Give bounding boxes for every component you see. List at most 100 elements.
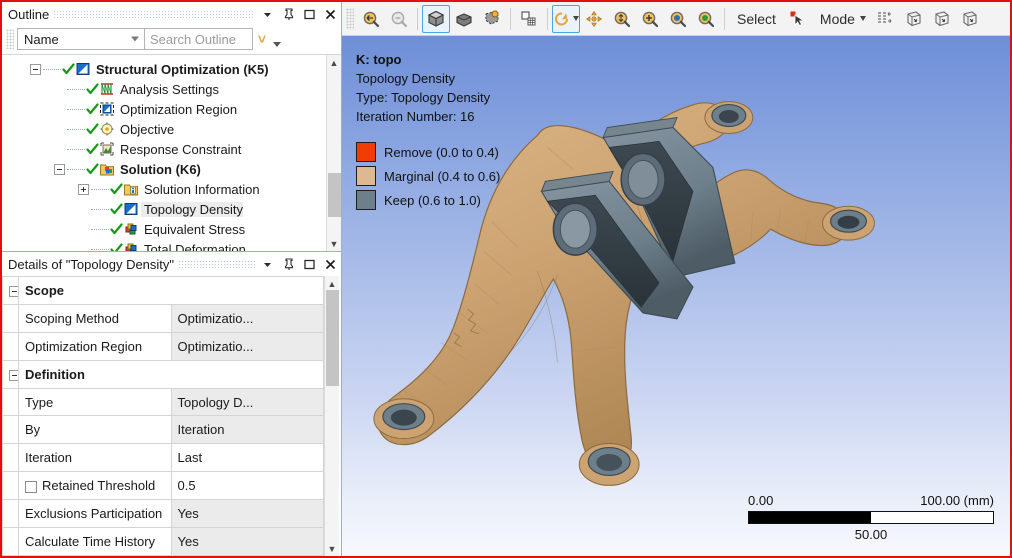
cursor-mode-icon[interactable] (784, 5, 812, 33)
details-property-row[interactable]: By Iteration (2, 415, 324, 445)
toolbar-grip[interactable] (6, 29, 14, 49)
details-property-value[interactable]: Yes (170, 527, 324, 556)
details-property-row[interactable]: Optimization Region Optimizatio... (2, 331, 324, 361)
details-scroll-thumb[interactable] (325, 290, 339, 386)
expand-icon[interactable] (78, 183, 89, 195)
show-solid-body-icon[interactable] (422, 4, 450, 33)
details-property-row[interactable]: Scoping Method Optimizatio... (2, 303, 324, 333)
zoom-previous-icon[interactable] (385, 5, 413, 33)
left-panel-column: Outline Name Search Outline ˅ Structural… (2, 2, 342, 556)
tree-item-solution-information[interactable]: Solution Information (2, 179, 326, 199)
graphics-toolbar-grip[interactable] (346, 7, 354, 30)
details-property-value[interactable]: Last (170, 443, 324, 473)
chevron-down-icon (131, 36, 139, 42)
outline-scroll-thumb[interactable] (327, 173, 341, 217)
show-mesh-icon[interactable] (515, 5, 543, 33)
tree-item-equivalent-stress[interactable]: Equivalent Stress (2, 219, 326, 239)
tree-item-structural-optimization-k5[interactable]: Structural Optimization (K5) (2, 59, 326, 79)
zoom-in-icon[interactable] (636, 5, 664, 33)
named-selection-3-icon[interactable] (955, 5, 983, 33)
collapse-icon[interactable] (54, 163, 65, 175)
details-property-row[interactable]: Exclusions Participation Yes (2, 499, 324, 529)
zoom-fit-green-icon[interactable] (692, 5, 720, 33)
mode-label[interactable]: Mode (812, 5, 871, 33)
details-property-row[interactable]: Calculate Time History Yes (2, 527, 324, 556)
details-property-label: Calculate Time History (18, 527, 172, 556)
retained-threshold-checkbox[interactable] (25, 480, 37, 493)
viewport-3d[interactable]: K: topo Topology Density Type: Topology … (342, 36, 1010, 556)
details-property-label: Type (18, 387, 172, 417)
search-expand-icon[interactable]: ˅ (253, 28, 271, 50)
details-property-value[interactable]: 0.5 (170, 471, 324, 501)
outline-pin-icon[interactable] (280, 5, 297, 23)
outline-tree-container: Structural Optimization (K5) Analysis Set… (2, 54, 341, 251)
zoom-fit-blue-icon[interactable] (664, 5, 692, 33)
tree-item-analysis-settings[interactable]: Analysis Settings (2, 79, 326, 99)
details-maximize-icon[interactable] (301, 255, 318, 273)
select-label[interactable]: Select (729, 5, 784, 33)
show-shaded-body-icon[interactable] (450, 5, 478, 33)
edge-graphics-icon[interactable] (871, 5, 899, 33)
named-selection-2-icon[interactable] (927, 5, 955, 33)
details-property-row[interactable]: Retained Threshold 0.5 (2, 471, 324, 501)
pan-icon[interactable] (580, 5, 608, 33)
named-selection-1-icon[interactable] (899, 5, 927, 33)
details-group-label: Definition (18, 359, 324, 389)
details-property-value[interactable]: Optimizatio... (170, 331, 324, 361)
details-property-value[interactable]: Iteration (170, 415, 324, 445)
search-outline-input[interactable]: Search Outline (145, 28, 253, 50)
outline-close-icon[interactable] (322, 5, 339, 23)
details-scroll-track[interactable] (325, 290, 339, 542)
group-collapse-icon[interactable] (2, 359, 19, 389)
details-property-label: Exclusions Participation (18, 499, 172, 529)
topology-icon (123, 201, 139, 217)
scroll-up-arrow-icon[interactable]: ▲ (328, 56, 341, 69)
tree-item-response-constraint[interactable]: Response Constraint (2, 139, 326, 159)
outline-dropdown-icon[interactable] (259, 5, 276, 23)
details-close-icon[interactable] (322, 255, 339, 273)
legend-entry-label: Marginal (0.4 to 0.6) (384, 168, 501, 184)
tree-item-objective[interactable]: Objective (2, 119, 326, 139)
response-constraint-icon (99, 141, 115, 157)
tree-item-label: Solution Information (144, 181, 260, 197)
outline-filter-value: Name (24, 31, 59, 47)
details-property-row[interactable]: Iteration Last (2, 443, 324, 473)
details-property-value[interactable]: Yes (170, 499, 324, 529)
tree-item-optimization-region[interactable]: Optimization Region (2, 99, 326, 119)
chevron-down-icon[interactable] (859, 16, 866, 21)
zoom-to-fit-icon[interactable] (357, 5, 385, 33)
row-marker (2, 415, 19, 445)
group-collapse-icon[interactable] (2, 276, 19, 305)
details-pin-icon[interactable] (280, 255, 297, 273)
outline-scrollbar[interactable]: ▲ ▼ (326, 55, 341, 251)
show-wireframe-icon[interactable] (478, 5, 506, 33)
tree-item-total-deformation[interactable]: Total Deformation (2, 239, 326, 251)
chevron-down-icon[interactable] (573, 16, 579, 21)
outline-filter-select[interactable]: Name (17, 28, 145, 50)
rotate-icon[interactable] (552, 4, 580, 33)
outline-maximize-icon[interactable] (301, 5, 318, 23)
zoom-box-icon[interactable] (608, 5, 636, 33)
details-property-value[interactable]: Topology D... (170, 387, 324, 417)
tree-item-solution-k6[interactable]: Solution (K6) (2, 159, 326, 179)
collapse-icon[interactable] (30, 63, 41, 75)
details-property-label: Iteration (18, 443, 172, 473)
legend-result-name: Topology Density (356, 71, 455, 86)
tree-connector (67, 168, 85, 170)
details-property-label: By (18, 415, 172, 445)
scroll-down-arrow-icon[interactable]: ▼ (328, 237, 341, 250)
status-check-icon (86, 122, 99, 136)
details-scroll-up-icon[interactable]: ▲ (326, 277, 339, 290)
outline-tree[interactable]: Structural Optimization (K5) Analysis Set… (2, 55, 326, 251)
solution-icon (99, 161, 115, 177)
legend-result-type: Type: Topology Density (356, 90, 491, 105)
details-scrollbar[interactable]: ▲ ▼ (324, 276, 339, 556)
row-marker (2, 499, 19, 529)
outline-scroll-track[interactable] (327, 69, 341, 237)
details-scroll-down-icon[interactable]: ▼ (326, 542, 339, 555)
tree-item-topology-density[interactable]: Topology Density (2, 199, 326, 219)
details-property-value[interactable]: Optimizatio... (170, 303, 324, 333)
details-property-row[interactable]: Type Topology D... (2, 387, 324, 417)
search-options-icon[interactable] (271, 28, 283, 50)
details-dropdown-icon[interactable] (259, 255, 276, 273)
